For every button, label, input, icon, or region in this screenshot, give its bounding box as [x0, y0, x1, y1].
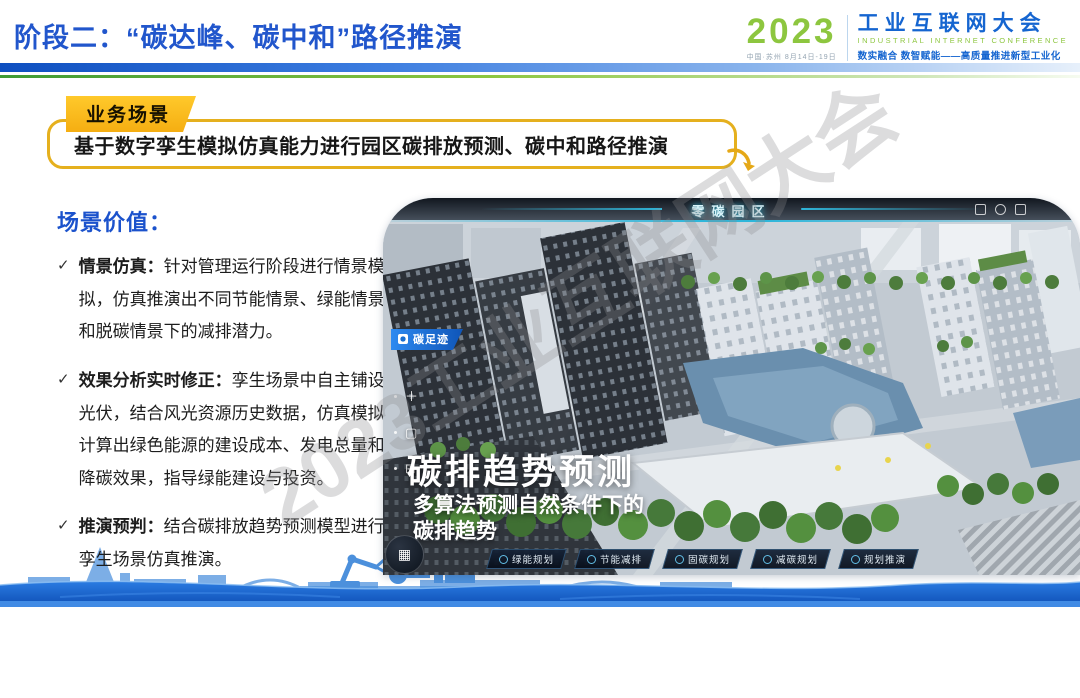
- view-mode-button[interactable]: ▦: [385, 535, 424, 574]
- digital-twin-screenshot: 零碳园区 碳足迹 ＋ ▢ ⊞ 碳排趋势预测 多算法预测自然条件下的 碳排趋势 绿…: [383, 198, 1080, 575]
- hud-tech-line: [481, 208, 662, 210]
- scenario-value-heading: 场景价值：: [57, 205, 172, 237]
- tag-icon: [398, 334, 408, 344]
- control-dot: [394, 431, 397, 434]
- menu-button-carbon-reduction[interactable]: 减碳规划: [750, 549, 831, 569]
- compass-icon[interactable]: [995, 204, 1006, 215]
- menu-button-carbon-fixation[interactable]: 固碳规划: [662, 549, 743, 569]
- overlay-subtitle: 多算法预测自然条件下的 碳排趋势: [413, 493, 644, 544]
- overlay-subtitle-line2: 碳排趋势: [413, 519, 644, 545]
- logo-slogan: 数实融合 数智赋能——高质量推进新型工业化: [858, 48, 1068, 62]
- hud-underline: [383, 220, 1080, 222]
- check-icon: ✓: [57, 256, 70, 349]
- menu-icon: [587, 555, 596, 564]
- menu-label: 规划推演: [864, 552, 906, 566]
- list-item: ✓ 推演预判：结合碳排放趋势预测模型进行孪生场景仿真推演。: [57, 511, 399, 576]
- tag-label: 碳足迹: [413, 331, 449, 347]
- hud-toolbar: [975, 204, 1026, 215]
- bullet-text: 效果分析实时修正：孪生场景中自主铺设光伏，结合风光资源历史数据，仿真模拟计算出绿…: [79, 365, 399, 496]
- menu-label: 固碳规划: [688, 552, 730, 566]
- overlay-subtitle-line1: 多算法预测自然条件下的: [413, 493, 644, 519]
- menu-button-plan-deduction[interactable]: 规划推演: [838, 549, 919, 569]
- list-item: ✓ 情景仿真：针对管理运行阶段进行情景模拟，仿真推演出不同节能情景、绿能情景和脱…: [57, 251, 399, 349]
- menu-icon: [499, 555, 508, 564]
- twin-title: 零碳园区: [691, 201, 771, 220]
- zoom-in-control[interactable]: ＋: [394, 390, 418, 403]
- bullet-lead: 推演预判：: [79, 517, 164, 536]
- bullet-lead: 情景仿真：: [79, 257, 164, 276]
- bullet-text: 情景仿真：针对管理运行阶段进行情景模拟，仿真推演出不同节能情景、绿能情景和脱碳情…: [79, 251, 399, 349]
- menu-label: 绿能规划: [512, 552, 554, 566]
- business-scenario-badge: 业务场景: [66, 96, 196, 132]
- frame-icon: ▢: [405, 426, 417, 439]
- bullet-text: 推演预判：结合碳排放趋势预测模型进行孪生场景仿真推演。: [79, 511, 399, 576]
- hud-tech-line: [801, 208, 982, 210]
- list-item: ✓ 效果分析实时修正：孪生场景中自主铺设光伏，结合风光资源历史数据，仿真模拟计算…: [57, 365, 399, 496]
- fullscreen-icon[interactable]: [1015, 204, 1026, 215]
- menu-icon: [763, 555, 772, 564]
- logo-year: 2023: [747, 14, 837, 49]
- menu-label: 减碳规划: [776, 552, 818, 566]
- menu-icon: [675, 555, 684, 564]
- scenario-value-list: ✓ 情景仿真：针对管理运行阶段进行情景模拟，仿真推演出不同节能情景、绿能情景和脱…: [57, 251, 399, 593]
- menu-label: 节能减排: [600, 552, 642, 566]
- header-divider-green: [0, 75, 1080, 78]
- zoom-in-icon: ＋: [405, 390, 418, 403]
- logo-title-en: INDUSTRIAL INTERNET CONFERENCE: [858, 36, 1068, 45]
- carbon-footprint-tag[interactable]: 碳足迹: [391, 329, 463, 350]
- menu-button-green-energy[interactable]: 绿能规划: [486, 549, 567, 569]
- menu-button-energy-saving[interactable]: 节能减排: [574, 549, 655, 569]
- logo-text-block: 工业互联网大会 INDUSTRIAL INTERNET CONFERENCE 数…: [858, 13, 1068, 62]
- menu-icon: [851, 555, 860, 564]
- logo-divider: [847, 15, 848, 61]
- check-icon: ✓: [57, 370, 70, 496]
- business-scenario-text: 基于数字孪生模拟仿真能力进行园区碳排放预测、碳中和路径推演: [74, 130, 669, 159]
- check-icon: ✓: [57, 516, 70, 576]
- control-dot: [394, 467, 397, 470]
- header-divider-blue: [0, 63, 1080, 72]
- grid-icon: ▦: [398, 546, 411, 563]
- overlay-title: 碳排趋势预测: [407, 444, 635, 495]
- conference-logo: 2023 中国·苏州 8月14日-19日 工业互联网大会 INDUSTRIAL …: [747, 13, 1068, 62]
- control-dot: [394, 395, 397, 398]
- logo-venue: 中国·苏州 8月14日-19日: [747, 52, 837, 62]
- logo-title-cn: 工业互联网大会: [858, 13, 1068, 34]
- twin-menu-bar: 绿能规划 节能减排 固碳规划 减碳规划 规划推演: [489, 549, 916, 569]
- frame-control[interactable]: ▢: [394, 426, 418, 439]
- bullet-lead: 效果分析实时修正：: [79, 371, 232, 390]
- arrow-decoration-icon: [726, 146, 756, 172]
- page-title: 阶段二：“碳达峰、碳中和”路径推演: [14, 16, 463, 55]
- layers-icon[interactable]: [975, 204, 986, 215]
- logo-year-block: 2023 中国·苏州 8月14日-19日: [747, 14, 837, 62]
